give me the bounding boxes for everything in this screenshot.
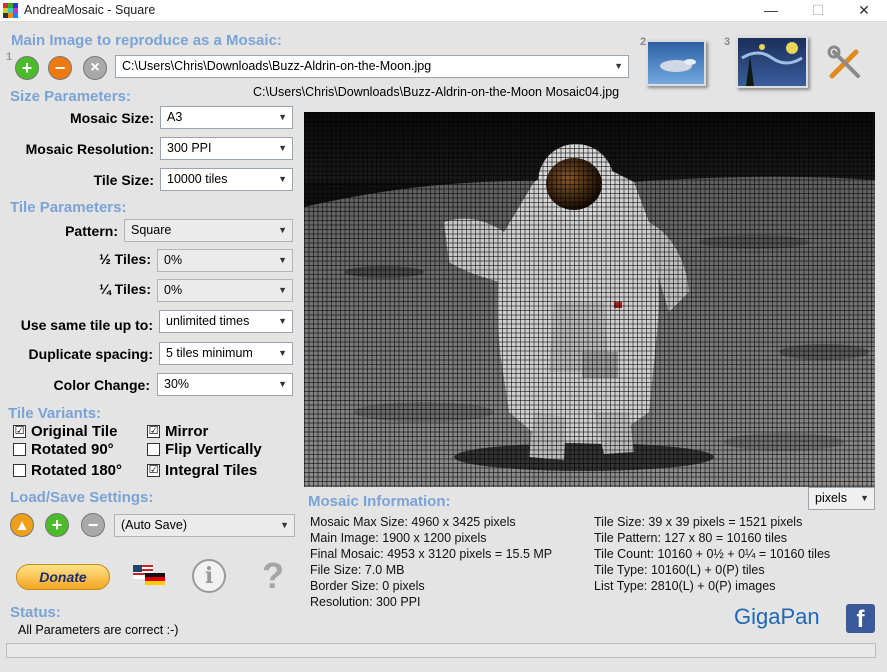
tile-size-label: Tile Size: [93, 172, 154, 188]
plus-icon: + [21, 58, 33, 78]
info-line: Tile Count: 10160 + 0½ + 0¼ = 10160 tile… [594, 547, 831, 561]
app-icon [3, 3, 18, 18]
checkbox-mark: ☑ [147, 464, 160, 477]
status-heading: Status: [10, 604, 61, 621]
window-title: AndreaMosaic - Square [24, 3, 156, 17]
remove-settings-button[interactable]: − [81, 513, 105, 537]
output-path: C:\Users\Chris\Downloads\Buzz-Aldrin-on-… [253, 85, 620, 99]
info-line: Resolution: 300 PPI [310, 595, 421, 609]
info-line: Tile Size: 39 x 39 pixels = 1521 pixels [594, 515, 803, 529]
duplicate-spacing-select[interactable]: 5 tiles minimum ▼ [159, 342, 293, 365]
info-line: Tile Type: 10160(L) + 0(P) tiles [594, 563, 765, 577]
main-image-path-select[interactable]: C:\Users\Chris\Downloads\Buzz-Aldrin-on-… [115, 55, 629, 78]
clear-images-button[interactable]: × [83, 56, 107, 80]
pattern-label: Pattern: [65, 223, 118, 239]
quarter-tiles-label: ¼ Tiles: [99, 281, 151, 297]
tile-params-heading: Tile Parameters: [10, 199, 127, 216]
help-icon[interactable]: ? [256, 555, 290, 596]
mosaic-size-label: Mosaic Size: [69, 110, 154, 126]
starry-night-thumbnail[interactable] [736, 36, 808, 88]
color-change-select[interactable]: 30% ▼ [157, 373, 293, 396]
duplicate-spacing-label: Duplicate spacing: [28, 346, 153, 362]
tile-grid-overlay [304, 112, 875, 487]
rotated-180-checkbox[interactable]: Rotated 180° [13, 462, 122, 479]
step-one-badge: 1 [6, 51, 13, 63]
minimize-button[interactable]: — [748, 0, 794, 22]
size-params-heading: Size Parameters: [10, 88, 131, 105]
resolution-label: Mosaic Resolution: [25, 141, 154, 157]
gigapan-logo[interactable]: GigaPan [734, 604, 820, 630]
original-tile-checkbox[interactable]: ☑ Original Tile [13, 423, 117, 440]
half-tiles-select[interactable]: 0% ▼ [157, 249, 293, 272]
close-window-button[interactable]: ✕ [841, 0, 887, 22]
tools-icon[interactable] [826, 44, 864, 82]
flags-icon[interactable] [133, 563, 165, 589]
mosaic-info-left: Mosaic Max Size: 4960 x 3425 pixels Main… [310, 514, 552, 610]
title-bar: AndreaMosaic - Square — ☐ ✕ [0, 0, 887, 22]
half-tiles-label: ½ Tiles: [99, 251, 151, 267]
settings-select[interactable]: (Auto Save) ▼ [114, 514, 295, 537]
mosaic-size-select[interactable]: A3 ▼ [160, 106, 293, 129]
donate-button[interactable]: Donate [16, 564, 110, 590]
mosaic-info-right: Tile Size: 39 x 39 pixels = 1521 pixels … [594, 514, 830, 594]
checkbox-mark [13, 464, 26, 477]
status-text: All Parameters are correct :-) [18, 623, 179, 637]
tiles-folder-thumbnail[interactable] [646, 40, 706, 86]
flip-vertically-checkbox[interactable]: Flip Vertically [147, 441, 262, 458]
info-line: File Size: 7.0 MB [310, 563, 405, 577]
mosaic-preview [304, 112, 875, 487]
info-line: Tile Pattern: 127 x 80 = 10160 tiles [594, 531, 788, 545]
info-line: Mosaic Max Size: 4960 x 3425 pixels [310, 515, 516, 529]
same-tile-select[interactable]: unlimited times ▼ [159, 310, 293, 333]
checkbox-mark [147, 443, 160, 456]
resolution-select[interactable]: 300 PPI ▼ [160, 137, 293, 160]
info-line: List Type: 2810(L) + 0(P) images [594, 579, 776, 593]
info-line: Final Mosaic: 4953 x 3120 pixels = 15.5 … [310, 547, 553, 561]
mirror-checkbox[interactable]: ☑ Mirror [147, 423, 208, 440]
integral-tiles-checkbox[interactable]: ☑ Integral Tiles [147, 462, 257, 479]
checkbox-mark: ☑ [147, 425, 160, 438]
tile-size-select[interactable]: 10000 tiles ▼ [160, 168, 293, 191]
add-settings-button[interactable]: + [45, 513, 69, 537]
progress-bar [6, 643, 876, 658]
maximize-button[interactable]: ☐ [795, 0, 841, 22]
color-change-label: Color Change: [53, 377, 150, 393]
units-select[interactable]: pixels ▼ [808, 487, 875, 510]
add-image-button[interactable]: + [15, 56, 39, 80]
info-icon[interactable]: i [192, 559, 226, 593]
facebook-icon[interactable]: f [846, 604, 875, 633]
mosaic-info-heading: Mosaic Information: [308, 493, 451, 510]
same-tile-label: Use same tile up to: [20, 317, 153, 333]
minus-icon: − [87, 515, 99, 535]
load-save-heading: Load/Save Settings: [10, 489, 154, 506]
remove-image-button[interactable]: − [48, 56, 72, 80]
step-three-badge: 3 [724, 36, 731, 48]
info-line: Main Image: 1900 x 1200 pixels [310, 531, 487, 545]
rotated-90-checkbox[interactable]: Rotated 90° [13, 441, 114, 458]
tile-variants-heading: Tile Variants: [8, 405, 102, 422]
quarter-tiles-select[interactable]: 0% ▼ [157, 279, 293, 302]
x-icon: × [90, 59, 100, 76]
plus-icon: + [51, 515, 63, 535]
checkbox-mark: ☑ [13, 425, 26, 438]
minus-icon: − [54, 58, 66, 78]
info-line: Border Size: 0 pixels [310, 579, 425, 593]
checkbox-mark [13, 443, 26, 456]
main-image-heading: Main Image to reproduce as a Mosaic: [11, 32, 282, 49]
pattern-select[interactable]: Square ▼ [124, 219, 293, 242]
arrow-up-icon: ▲ [14, 516, 30, 534]
load-settings-button[interactable]: ▲ [10, 513, 34, 537]
